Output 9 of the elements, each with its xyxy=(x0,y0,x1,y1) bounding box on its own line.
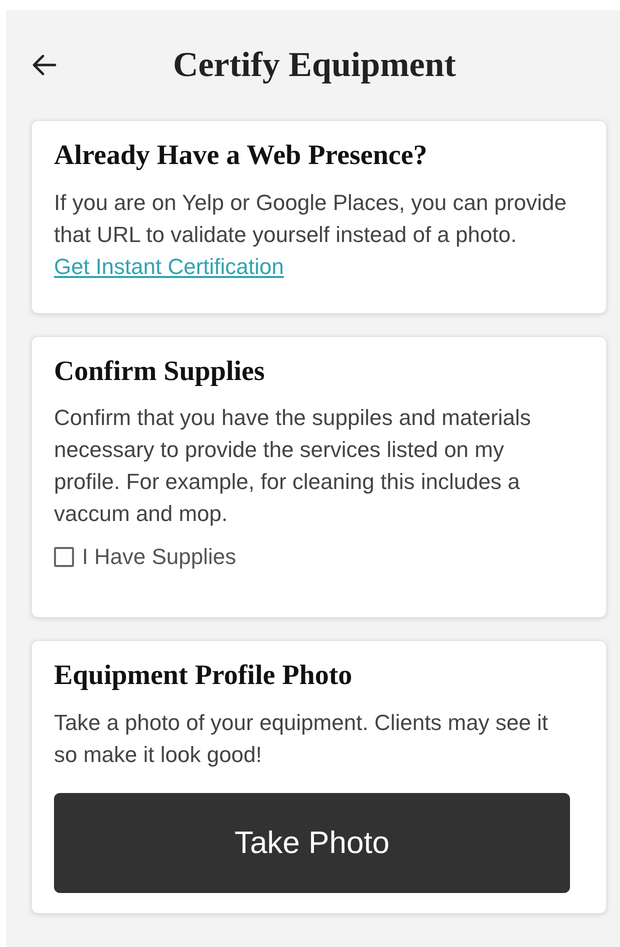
card-title: Confirm Supplies xyxy=(54,354,266,388)
card-title: Equipment Profile Photo xyxy=(54,659,354,693)
take-photo-button[interactable]: Take Photo xyxy=(54,792,570,893)
page-title: Certify Equipment xyxy=(173,44,456,86)
card-description: Take a photo of your equipment. Clients may see it so make it look good! xyxy=(54,708,550,769)
card-title: Already Have a Web Presence? xyxy=(54,139,428,173)
checkbox-label[interactable]: I Have Supplies xyxy=(82,540,236,574)
card-description: Confirm that you have the suppiles and materials necessary to provide the services listed on my profile. For example, for cleaning this includes a vaccum and mop. xyxy=(54,404,532,528)
card-description: If you are on Yelp or Google Places, you can provide that URL to validate yourself instead of a photo. Get Instant Certification xyxy=(54,188,568,281)
